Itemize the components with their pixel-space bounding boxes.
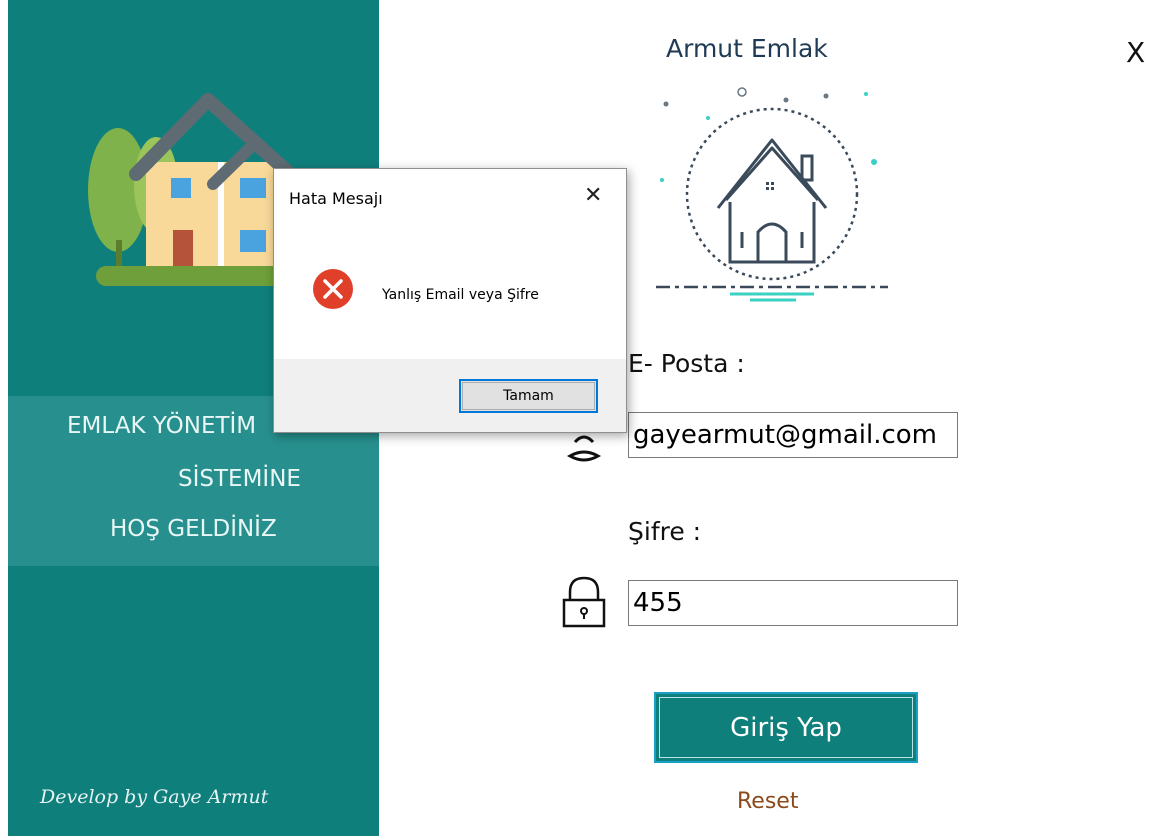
- email-label: E- Posta :: [628, 349, 745, 378]
- dialog-title: Hata Mesajı: [289, 189, 383, 208]
- welcome-line-1: EMLAK YÖNETİM: [67, 413, 257, 439]
- welcome-line-2: SİSTEMİNE: [178, 466, 301, 492]
- dialog-message: Yanlış Email veya Şifre: [382, 287, 539, 303]
- dialog-footer: Tamam: [274, 359, 626, 432]
- developer-credit: Develop by Gaye Armut: [40, 786, 269, 808]
- ok-button-label: Tamam: [462, 382, 595, 410]
- password-label: Şifre :: [628, 517, 702, 546]
- password-field[interactable]: 455: [628, 580, 958, 626]
- house-logo-icon: [656, 87, 888, 302]
- dialog-close-icon[interactable]: ✕: [584, 183, 602, 209]
- email-field[interactable]: gayearmut@gmail.com: [628, 412, 958, 458]
- close-icon[interactable]: X: [1126, 38, 1145, 68]
- ok-button[interactable]: Tamam: [459, 379, 598, 413]
- login-button-label: Giriş Yap: [659, 697, 913, 758]
- brand-title: Armut Emlak: [666, 34, 828, 63]
- user-icon: [566, 435, 602, 462]
- error-dialog: Hata Mesajı ✕ Yanlış Email veya Şifre Ta…: [273, 168, 627, 433]
- login-button[interactable]: Giriş Yap: [654, 692, 918, 763]
- error-icon: [313, 269, 353, 309]
- login-window: EMLAK YÖNETİM SİSTEMİNE HOŞ GELDİNİZ Dev…: [0, 0, 1165, 836]
- lock-icon: [562, 576, 606, 628]
- reset-link[interactable]: Reset: [737, 789, 798, 814]
- welcome-line-3: HOŞ GELDİNİZ: [110, 516, 277, 542]
